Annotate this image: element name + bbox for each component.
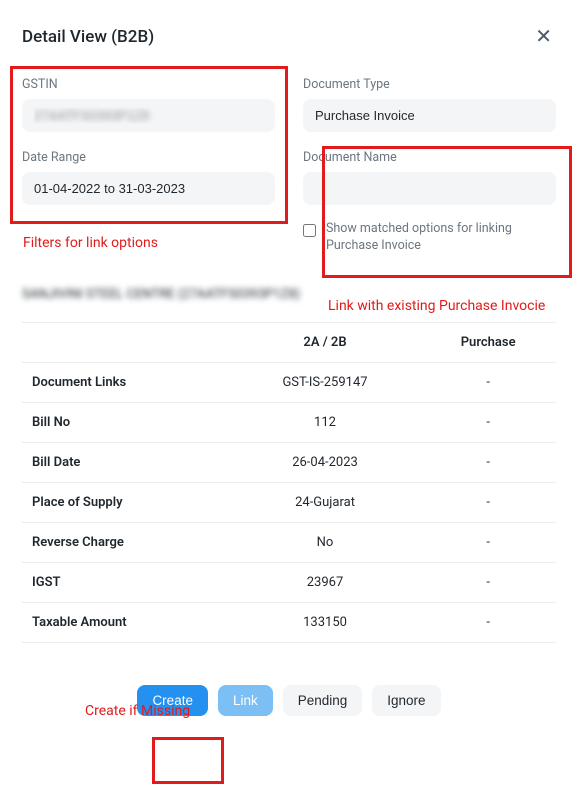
row-2a2b: 24-Gujarat [230, 482, 421, 522]
doctype-input[interactable] [303, 99, 556, 132]
docname-field: Document Name Show matched options for l… [303, 150, 556, 255]
row-purchase: - [420, 562, 556, 602]
gstin-input[interactable] [22, 99, 275, 132]
daterange-label: Date Range [22, 150, 275, 165]
row-purchase: - [420, 482, 556, 522]
table-row: Bill No 112 - [22, 402, 556, 442]
docname-label: Document Name [303, 150, 556, 165]
row-label: Reverse Charge [22, 522, 230, 562]
table-header-row: 2A / 2B Purchase [22, 322, 556, 362]
table-row: Taxable Amount 133150 - [22, 602, 556, 642]
show-matched-label: Show matched options for linking Purchas… [326, 221, 556, 255]
row-2a2b: 112 [230, 402, 421, 442]
comparison-table: 2A / 2B Purchase Document Links GST-IS-2… [22, 322, 556, 643]
row-purchase: - [420, 602, 556, 642]
show-matched-checkbox[interactable] [303, 223, 316, 238]
supplier-heading: SANJIVINI STEEL CENTRE (27AATFS0393P1Z8) [22, 287, 556, 320]
row-purchase: - [420, 522, 556, 562]
footer-actions: Create Link Pending Ignore [22, 685, 556, 716]
link-button[interactable]: Link [218, 685, 273, 716]
close-icon: ✕ [535, 26, 552, 48]
modal-header: Detail View (B2B) ✕ [22, 20, 556, 53]
row-label: IGST [22, 562, 230, 602]
table-row: Document Links GST-IS-259147 - [22, 362, 556, 402]
modal-title: Detail View (B2B) [22, 27, 154, 47]
daterange-input[interactable] [22, 172, 275, 205]
header-2a2b: 2A / 2B [230, 322, 421, 362]
doctype-field: Document Type [303, 77, 556, 132]
row-2a2b: GST-IS-259147 [230, 362, 421, 402]
gstin-label: GSTIN [22, 77, 275, 92]
header-empty [22, 322, 230, 362]
close-button[interactable]: ✕ [531, 20, 556, 53]
row-label: Bill No [22, 402, 230, 442]
row-2a2b: 23967 [230, 562, 421, 602]
row-label: Taxable Amount [22, 602, 230, 642]
row-label: Bill Date [22, 442, 230, 482]
row-purchase: - [420, 402, 556, 442]
annotation-box-create [152, 737, 224, 784]
ignore-button[interactable]: Ignore [372, 685, 440, 716]
row-2a2b: 26-04-2023 [230, 442, 421, 482]
pending-button[interactable]: Pending [283, 685, 363, 716]
table-row: IGST 23967 - [22, 562, 556, 602]
daterange-field: Date Range [22, 150, 275, 255]
row-label: Document Links [22, 362, 230, 402]
doctype-label: Document Type [303, 77, 556, 92]
table-row: Reverse Charge No - [22, 522, 556, 562]
create-button[interactable]: Create [137, 685, 208, 716]
gstin-field: GSTIN [22, 77, 275, 132]
docname-input[interactable] [303, 172, 556, 205]
filters-section: GSTIN Document Type Date Range Document … [22, 77, 556, 255]
row-purchase: - [420, 442, 556, 482]
row-label: Place of Supply [22, 482, 230, 522]
detail-view-modal: Detail View (B2B) ✕ GSTIN Document Type … [0, 0, 578, 792]
row-2a2b: No [230, 522, 421, 562]
table-row: Bill Date 26-04-2023 - [22, 442, 556, 482]
show-matched-row: Show matched options for linking Purchas… [303, 221, 556, 255]
row-2a2b: 133150 [230, 602, 421, 642]
row-purchase: - [420, 362, 556, 402]
header-purchase: Purchase [420, 322, 556, 362]
table-row: Place of Supply 24-Gujarat - [22, 482, 556, 522]
